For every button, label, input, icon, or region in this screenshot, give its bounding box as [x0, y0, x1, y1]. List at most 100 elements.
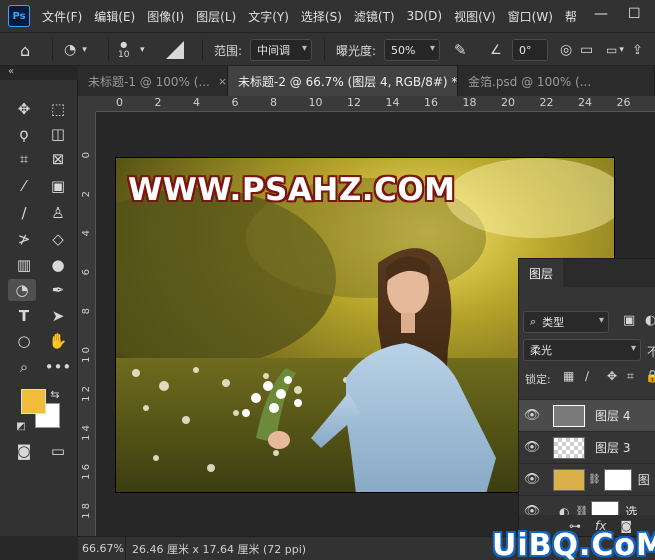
object-select-icon[interactable]: ▣ [44, 175, 72, 197]
menu-select[interactable]: 选择(S) [295, 8, 348, 25]
more-tools-icon[interactable]: ••• [44, 356, 72, 378]
menu-help[interactable]: 帮 [559, 8, 583, 25]
frame-tool-icon[interactable]: ⊠ [44, 148, 72, 170]
protect-tones-icon[interactable]: ◎ [560, 33, 572, 67]
move-tool-icon[interactable]: ✥ [10, 98, 38, 120]
document-tab-bar: 未标题-1 @ 100% (... × 未标题-2 @ 66.7% (图层 4,… [0, 66, 655, 96]
lock-position-icon[interactable]: ✥ [607, 369, 617, 383]
burn-tool-preset-icon[interactable]: ◔ ▾ [64, 33, 87, 67]
visibility-eye-icon[interactable]: 👁 [519, 408, 545, 423]
lock-artboard-icon[interactable]: ⌗ [627, 369, 634, 384]
ruler-tick-label: 1 4 [81, 425, 92, 441]
layer-thumbnail [553, 436, 585, 459]
photoshop-logo-icon: Ps [8, 5, 30, 27]
menu-bar: Ps 文件(F) 编辑(E) 图像(I) 图层(L) 文字(Y) 选择(S) 滤… [0, 0, 655, 32]
menu-3d[interactable]: 3D(D) [401, 9, 448, 23]
visibility-eye-icon[interactable]: 👁 [519, 440, 545, 455]
lock-transparent-icon[interactable]: ▦ [563, 369, 574, 383]
tab-untitled-1[interactable]: 未标题-1 @ 100% (... × [78, 66, 228, 96]
range-label: 范围: [214, 43, 243, 58]
close-icon[interactable]: × [218, 75, 227, 88]
chevron-down-icon[interactable]: ▾ [140, 33, 145, 67]
pen-tool-icon[interactable]: ✒ [44, 279, 72, 301]
home-icon[interactable]: ⌂ [20, 33, 30, 67]
lock-all-icon[interactable]: 🔒 [645, 369, 655, 383]
layer-row-4[interactable]: 👁 图层 4 [519, 399, 655, 431]
lasso-tool-icon[interactable]: ϙ [10, 123, 38, 145]
layers-panel-header: 图层 [519, 259, 655, 287]
menu-edit[interactable]: 编辑(E) [88, 8, 141, 25]
blend-mode-select[interactable]: 柔光 ▾ [523, 339, 641, 361]
quick-select-tool-icon[interactable]: ◫ [44, 123, 72, 145]
foreground-color-swatch[interactable] [21, 389, 46, 414]
path-select-tool-icon[interactable]: ➤ [44, 305, 72, 327]
visibility-eye-icon[interactable]: 👁 [519, 472, 545, 487]
minimize-button[interactable]: — [594, 6, 608, 22]
gradient-tool-icon[interactable]: ▥ [10, 254, 38, 276]
tab-untitled-2[interactable]: 未标题-2 @ 66.7% (图层 4, RGB/8#) * × [228, 66, 458, 96]
eraser-tool-icon[interactable]: ◇ [44, 228, 72, 250]
type-tool-icon[interactable]: T [10, 305, 38, 327]
menu-file[interactable]: 文件(F) [36, 8, 88, 25]
menu-layer[interactable]: 图层(L) [190, 8, 242, 25]
layer-row-image[interactable]: 👁 ⛓ 图 [519, 463, 655, 495]
ruler-corner [78, 96, 96, 112]
menu-view[interactable]: 视图(V) [448, 8, 502, 25]
brush-tool-icon[interactable]: ∕ [10, 202, 38, 224]
range-select[interactable]: 中间调 ▾ [250, 39, 312, 61]
history-brush-icon[interactable]: ≯ [10, 228, 38, 250]
lock-pixels-icon[interactable]: ∕ [585, 369, 589, 383]
screen-mode-icon[interactable]: ▭ [44, 440, 72, 462]
ruler-tick-label: 1 6 [81, 464, 92, 480]
opacity-label: 不 [647, 345, 655, 359]
ruler-tick-label: 12 [347, 96, 361, 109]
tab-gold-foil[interactable]: 金箔.psd @ 100% (... [458, 66, 655, 96]
menu-type[interactable]: 文字(Y) [242, 8, 295, 25]
layer-thumbnail [553, 468, 585, 491]
maximize-button[interactable]: ☐ [628, 6, 641, 22]
export-icon[interactable]: ⇪ [632, 33, 643, 67]
ruler-tick-label: 0 [81, 152, 92, 159]
marquee-tool-icon[interactable]: ⬚ [44, 98, 72, 120]
exposure-input[interactable]: 50% ▾ [384, 39, 440, 61]
brush-size-picker[interactable]: ● 10 [118, 33, 129, 67]
menu-filter[interactable]: 滤镜(T) [348, 8, 401, 25]
burn-tool-icon[interactable]: ◔ [8, 279, 36, 301]
ruler-tick-label: 18 [462, 96, 477, 109]
ruler-tick-label: 20 [501, 96, 515, 109]
airbrush-icon[interactable]: ✎ [454, 33, 467, 67]
zoom-level[interactable]: 66.67% [78, 536, 126, 560]
ruler-tick-label: 10 [308, 96, 323, 109]
ruler-tick-label: 4 [81, 230, 92, 237]
layer-filter-select[interactable]: ⌕ 类型 ▾ [523, 311, 609, 333]
collapse-panel-icon[interactable]: « [8, 66, 28, 78]
default-colors-icon[interactable]: ◩ [13, 415, 29, 437]
blur-tool-icon[interactable]: ● [44, 254, 72, 276]
link-icon: ⛓ [588, 474, 601, 485]
search-icon: ⌕ [530, 315, 537, 328]
tab-layers[interactable]: 图层 [519, 259, 564, 287]
ruler-tick-label: 8 [270, 96, 277, 109]
ruler-tick-label: 0 [116, 96, 123, 109]
document-info: 26.46 厘米 x 17.64 厘米 (72 ppi) [132, 542, 307, 556]
workspace-icon[interactable]: ▭ ▾ [606, 33, 624, 67]
ellipse-tool-icon[interactable]: ○ [10, 330, 38, 352]
site-brand-watermark: UiBQ.CoM [492, 528, 655, 560]
filter-adjust-icon[interactable]: ◐ [645, 313, 655, 328]
menu-image[interactable]: 图像(I) [141, 8, 190, 25]
layers-panel: 图层 ⌕ 类型 ▾ ▣ ◐ 柔光 ▾ 不 锁定: ▦ ∕ ✥ ⌗ 🔒 👁 图层 … [518, 258, 655, 537]
crop-tool-icon[interactable]: ⌗ [10, 148, 38, 170]
angle-input[interactable]: 0° [512, 39, 548, 61]
ruler-tick-label: 4 [193, 96, 200, 109]
eyedropper-tool-icon[interactable]: ⁄ [10, 175, 38, 197]
filter-image-icon[interactable]: ▣ [623, 313, 635, 328]
menu-window[interactable]: 窗口(W) [502, 8, 559, 25]
stamp-tool-icon[interactable]: ♙ [44, 202, 72, 224]
layer-row-3[interactable]: 👁 图层 3 [519, 431, 655, 463]
swap-colors-icon[interactable]: ⇆ [47, 383, 63, 405]
share-icon[interactable]: ▭ [580, 33, 593, 67]
zoom-tool-icon[interactable]: ⌕ [10, 356, 38, 378]
hand-tool-icon[interactable]: ✋ [44, 330, 72, 352]
brush-settings-icon[interactable] [166, 33, 184, 67]
quick-mask-icon[interactable]: ◙ [10, 440, 38, 462]
